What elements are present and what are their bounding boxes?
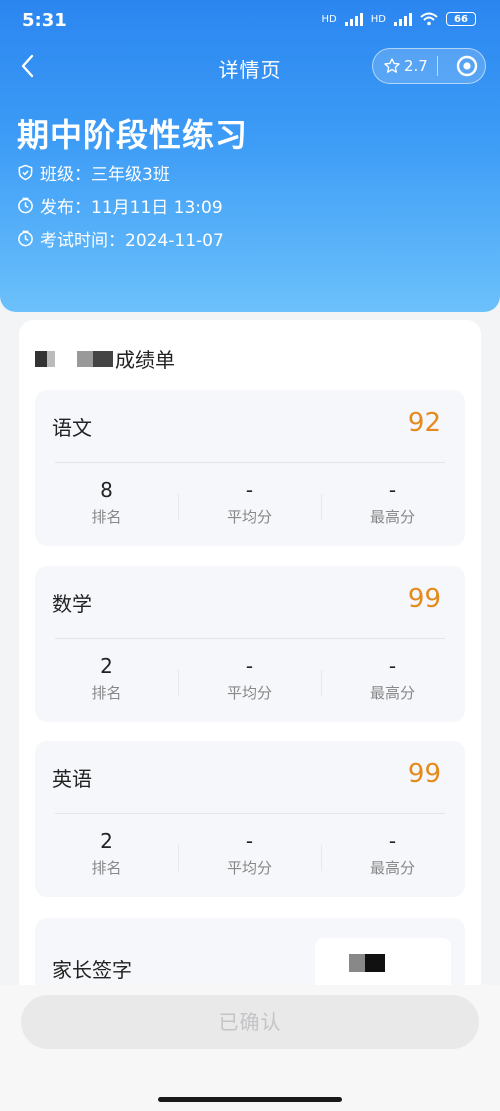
rank-stat: 2 排名 — [35, 829, 178, 878]
average-value: - — [245, 478, 254, 502]
highest-value: - — [388, 478, 397, 502]
exam-time-row: 考试时间：2024-11-07 — [17, 226, 224, 251]
highest-value: - — [388, 654, 397, 678]
subject-card[interactable]: 语文 92 8 排名 - 平均分 - 最高分 — [35, 390, 465, 546]
subject-score: 99 — [407, 759, 441, 789]
report-title-text: 成绩单 — [115, 348, 175, 372]
confirm-button[interactable]: 已确认 — [21, 995, 479, 1049]
status-time: 5:31 — [22, 10, 67, 31]
exam-title: 期中阶段性练习 — [17, 116, 249, 154]
rank-label: 排名 — [91, 508, 122, 526]
capsule-divider — [437, 56, 438, 76]
miniapp-capsule: 2.7 — [372, 48, 486, 84]
highest-label: 最高分 — [369, 684, 415, 702]
rank-stat: 8 排名 — [35, 478, 178, 527]
report-title: 成绩单 — [35, 344, 175, 373]
wifi-icon — [420, 12, 438, 26]
redacted-name — [35, 350, 55, 367]
bottom-bar: 已确认 — [0, 985, 500, 1111]
subject-card[interactable]: 英语 99 2 排名 - 平均分 - 最高分 — [35, 741, 465, 897]
report-card: 成绩单 语文 92 8 排名 - 平均分 - 最高分 数学 99 2 排名 - … — [19, 320, 481, 1080]
subject-name: 语文 — [52, 416, 92, 440]
average-stat: - 平均分 — [178, 654, 321, 703]
status-icons: HD HD 66 — [322, 12, 476, 26]
navbar: 详情页 2.7 — [0, 42, 500, 90]
star-icon — [384, 58, 400, 73]
rank-label: 排名 — [91, 859, 122, 877]
rank-value: 2 — [100, 829, 113, 853]
subject-name: 数学 — [52, 592, 92, 616]
home-indicator — [158, 1097, 342, 1102]
average-stat: - 平均分 — [178, 478, 321, 527]
exam-time-text: 考试时间：2024-11-07 — [40, 231, 224, 251]
signal-icon-2 — [394, 12, 412, 26]
average-label: 平均分 — [226, 508, 272, 526]
average-stat: - 平均分 — [178, 829, 321, 878]
signal-icon — [344, 12, 363, 26]
rating-value: 2.7 — [404, 57, 428, 75]
signature-image — [349, 954, 385, 972]
network-label: HD — [321, 13, 337, 25]
subject-name: 英语 — [52, 767, 92, 791]
rank-value: 2 — [100, 654, 113, 678]
clock-icon — [18, 230, 33, 247]
average-value: - — [245, 654, 254, 678]
divider — [55, 638, 445, 639]
subject-card[interactable]: 数学 99 2 排名 - 平均分 - 最高分 — [35, 566, 465, 722]
status-bar: 5:31 HD HD 66 — [0, 0, 500, 42]
average-value: - — [245, 829, 254, 853]
signature-label: 家长签字 — [52, 958, 132, 982]
subject-score: 92 — [407, 408, 441, 438]
class-row: 班级：三年级3班 — [17, 160, 170, 185]
rank-stat: 2 排名 — [35, 654, 178, 703]
highest-label: 最高分 — [369, 508, 415, 526]
rank-label: 排名 — [91, 684, 122, 702]
divider — [55, 813, 445, 814]
highest-stat: - 最高分 — [321, 654, 464, 703]
network-label-2: HD — [370, 13, 386, 25]
divider — [55, 462, 445, 463]
highest-stat: - 最高分 — [321, 829, 464, 878]
rating-button[interactable]: 2.7 — [373, 57, 431, 75]
class-text: 班级：三年级3班 — [40, 165, 170, 185]
shield-icon — [18, 164, 33, 181]
page: 5:31 HD HD 66 详情页 2.7 期中阶段性练习 班级：三年级3班 发… — [0, 0, 500, 1111]
highest-stat: - 最高分 — [321, 478, 464, 527]
publish-text: 发布：11月11日 13:09 — [40, 198, 223, 218]
publish-row: 发布：11月11日 13:09 — [17, 193, 223, 218]
average-label: 平均分 — [226, 859, 272, 877]
highest-label: 最高分 — [369, 859, 415, 877]
battery-icon: 66 — [446, 12, 476, 26]
rank-value: 8 — [100, 478, 113, 502]
redacted-name-2 — [77, 350, 113, 367]
subject-score: 99 — [407, 584, 441, 614]
target-icon[interactable] — [456, 55, 478, 77]
clock-icon — [18, 197, 33, 214]
average-label: 平均分 — [226, 684, 272, 702]
highest-value: - — [388, 829, 397, 853]
